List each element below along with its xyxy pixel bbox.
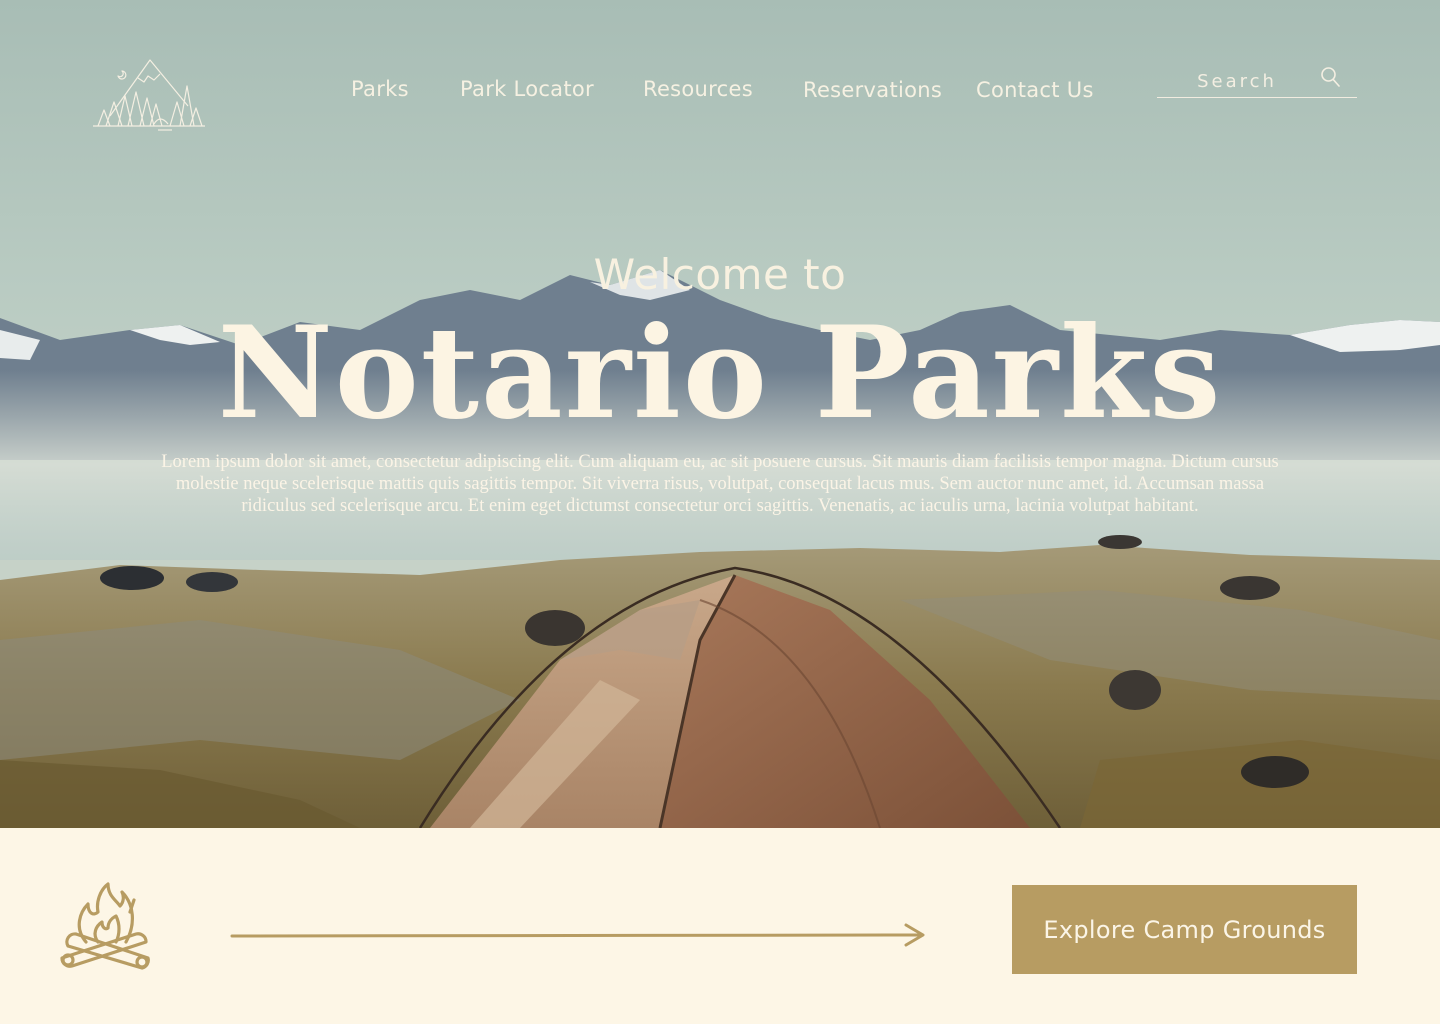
hero-description: Lorem ipsum dolor sit amet, consectetur … xyxy=(161,452,1279,516)
page-title: Notario Parks xyxy=(217,299,1223,447)
search-icon[interactable] xyxy=(1320,66,1340,88)
arrow-right-icon xyxy=(230,923,925,947)
search-bar xyxy=(1157,62,1357,98)
mountain-forest-logo[interactable] xyxy=(92,58,206,136)
nav-item-resources[interactable]: Resources xyxy=(643,77,753,101)
nav-item-contact-us[interactable]: Contact Us xyxy=(976,78,1094,102)
nav-item-park-locator[interactable]: Park Locator xyxy=(460,77,594,101)
hero-section: Parks Park Locator Resources Reservation… xyxy=(0,0,1440,828)
campfire-icon xyxy=(60,882,150,970)
welcome-heading: Welcome to xyxy=(593,250,847,299)
nav-item-parks[interactable]: Parks xyxy=(351,77,409,101)
search-input[interactable] xyxy=(1157,68,1317,94)
explore-camp-grounds-button[interactable]: Explore Camp Grounds xyxy=(1012,885,1357,974)
nav-item-reservations[interactable]: Reservations xyxy=(803,78,942,102)
